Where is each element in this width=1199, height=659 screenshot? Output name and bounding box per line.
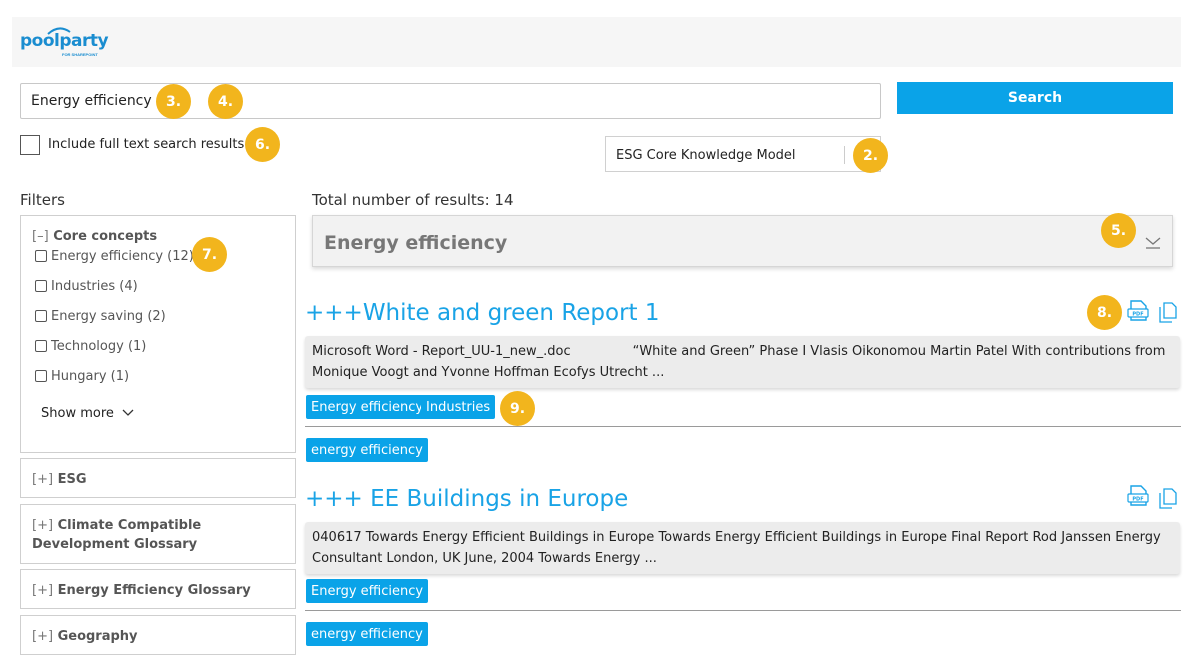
core-concepts-panel: [–] Core concepts Energy efficiency (12)… bbox=[20, 215, 296, 453]
show-more-button[interactable]: Show more bbox=[41, 406, 134, 421]
chevron-down-icon bbox=[1145, 237, 1161, 249]
total-results: Total number of results: 14 bbox=[312, 191, 514, 209]
filter-checkbox[interactable] bbox=[35, 340, 47, 352]
annotation-badge-7: 7. bbox=[192, 237, 227, 272]
svg-text:PDF: PDF bbox=[1132, 312, 1143, 318]
result-title-link[interactable]: +++ EE Buildings in Europe bbox=[305, 486, 628, 512]
filter-item-label: Hungary (1) bbox=[51, 368, 130, 384]
filter-checkbox[interactable] bbox=[35, 310, 47, 322]
annotation-badge-6: 6. bbox=[245, 127, 280, 162]
annotation-badge-4: 4. bbox=[208, 84, 243, 119]
knowledge-model-value: ESG Core Knowledge Model bbox=[616, 148, 796, 163]
filter-group-label: ESG bbox=[57, 472, 87, 487]
pdf-icon[interactable]: PDF bbox=[1127, 300, 1149, 322]
pdf-icon[interactable]: PDF bbox=[1127, 485, 1149, 507]
core-concepts-toggle[interactable]: [–] Core concepts bbox=[32, 229, 157, 244]
filter-item-energy-efficiency[interactable]: Energy efficiency (12) bbox=[35, 247, 194, 265]
search-button[interactable]: Search bbox=[897, 82, 1173, 114]
filter-group-label: Energy Efficiency Glossary bbox=[57, 583, 251, 598]
result-title-link[interactable]: +++White and green Report 1 bbox=[305, 300, 660, 326]
show-more-label: Show more bbox=[41, 406, 114, 421]
filter-item-label: Energy efficiency (12) bbox=[51, 248, 194, 264]
filter-checkbox[interactable] bbox=[35, 250, 47, 262]
header-bar bbox=[12, 17, 1181, 67]
filter-group-title: [+] ESG bbox=[32, 470, 287, 489]
knowledge-model-select[interactable]: ESG Core Knowledge Model bbox=[605, 136, 881, 172]
filter-item-technology[interactable]: Technology (1) bbox=[35, 337, 146, 355]
annotation-badge-2: 2. bbox=[853, 138, 888, 173]
result-snippet: 040617 Towards Energy Efficient Building… bbox=[305, 522, 1180, 574]
filter-group-label: Climate Compatible Development Glossary bbox=[32, 518, 202, 552]
filter-item-hungary[interactable]: Hungary (1) bbox=[35, 367, 129, 385]
filters-title: Filters bbox=[20, 191, 65, 209]
chevron-down-icon bbox=[122, 409, 134, 416]
filter-group-esg[interactable]: [+] ESG bbox=[20, 458, 296, 498]
concept-select-value: Energy efficiency bbox=[324, 232, 508, 254]
annotation-badge-3: 3. bbox=[156, 84, 191, 119]
result-divider bbox=[305, 426, 1181, 427]
filter-group-title: [+] Geography bbox=[32, 627, 287, 646]
concept-tag[interactable]: Industries bbox=[421, 395, 496, 419]
expand-bracket: [+] bbox=[32, 472, 54, 487]
copy-document-icon[interactable] bbox=[1157, 487, 1179, 509]
search-input[interactable] bbox=[20, 83, 881, 119]
expand-bracket: [+] bbox=[32, 629, 54, 644]
filter-item-label: Energy saving (2) bbox=[51, 308, 166, 324]
filter-item-label: Technology (1) bbox=[51, 338, 147, 354]
filter-group-energy-glossary[interactable]: [+] Energy Efficiency Glossary bbox=[20, 569, 296, 609]
concept-tag[interactable]: Energy efficiency bbox=[306, 579, 429, 603]
concept-select[interactable]: Energy efficiency bbox=[312, 215, 1173, 267]
filter-group-title: [+] Climate Compatible Development Gloss… bbox=[32, 516, 287, 554]
filter-group-geography[interactable]: [+] Geography bbox=[20, 615, 296, 655]
svg-text:PDF: PDF bbox=[1132, 497, 1143, 503]
annotation-badge-8: 8. bbox=[1087, 295, 1122, 330]
expand-bracket: [+] bbox=[32, 518, 54, 533]
filter-group-title: [+] Energy Efficiency Glossary bbox=[32, 581, 287, 600]
concept-tag[interactable]: Energy efficiency bbox=[306, 395, 429, 419]
filter-group-climate-glossary[interactable]: [+] Climate Compatible Development Gloss… bbox=[20, 504, 296, 564]
result-snippet: Microsoft Word - Report_UU-1_new_.doc “W… bbox=[305, 336, 1180, 388]
filter-item-industries[interactable]: Industries (4) bbox=[35, 277, 138, 295]
fulltext-checkbox[interactable] bbox=[20, 135, 40, 155]
logo-subtext: FOR SHAREPOINT bbox=[62, 52, 98, 57]
copy-document-icon[interactable] bbox=[1157, 301, 1179, 323]
filter-group-label: Geography bbox=[57, 629, 138, 644]
filter-checkbox[interactable] bbox=[35, 370, 47, 382]
filter-item-energy-saving[interactable]: Energy saving (2) bbox=[35, 307, 166, 325]
poolparty-logo[interactable]: poolparty FOR SHAREPOINT bbox=[20, 26, 110, 60]
fulltext-label: Include full text search results bbox=[48, 137, 245, 152]
result-divider bbox=[305, 610, 1181, 611]
select-separator bbox=[844, 146, 845, 164]
extracted-term-tag[interactable]: energy efficiency bbox=[306, 438, 428, 462]
logo-swoosh-icon bbox=[47, 27, 71, 35]
expand-bracket: [+] bbox=[32, 583, 54, 598]
filter-item-label: Industries (4) bbox=[51, 278, 138, 294]
extracted-term-tag[interactable]: energy efficiency bbox=[306, 622, 428, 646]
core-concepts-title: Core concepts bbox=[53, 229, 158, 244]
annotation-badge-5: 5. bbox=[1101, 213, 1136, 248]
filter-checkbox[interactable] bbox=[35, 280, 47, 292]
annotation-badge-9: 9. bbox=[500, 391, 535, 426]
collapse-bracket: [–] bbox=[32, 229, 49, 244]
